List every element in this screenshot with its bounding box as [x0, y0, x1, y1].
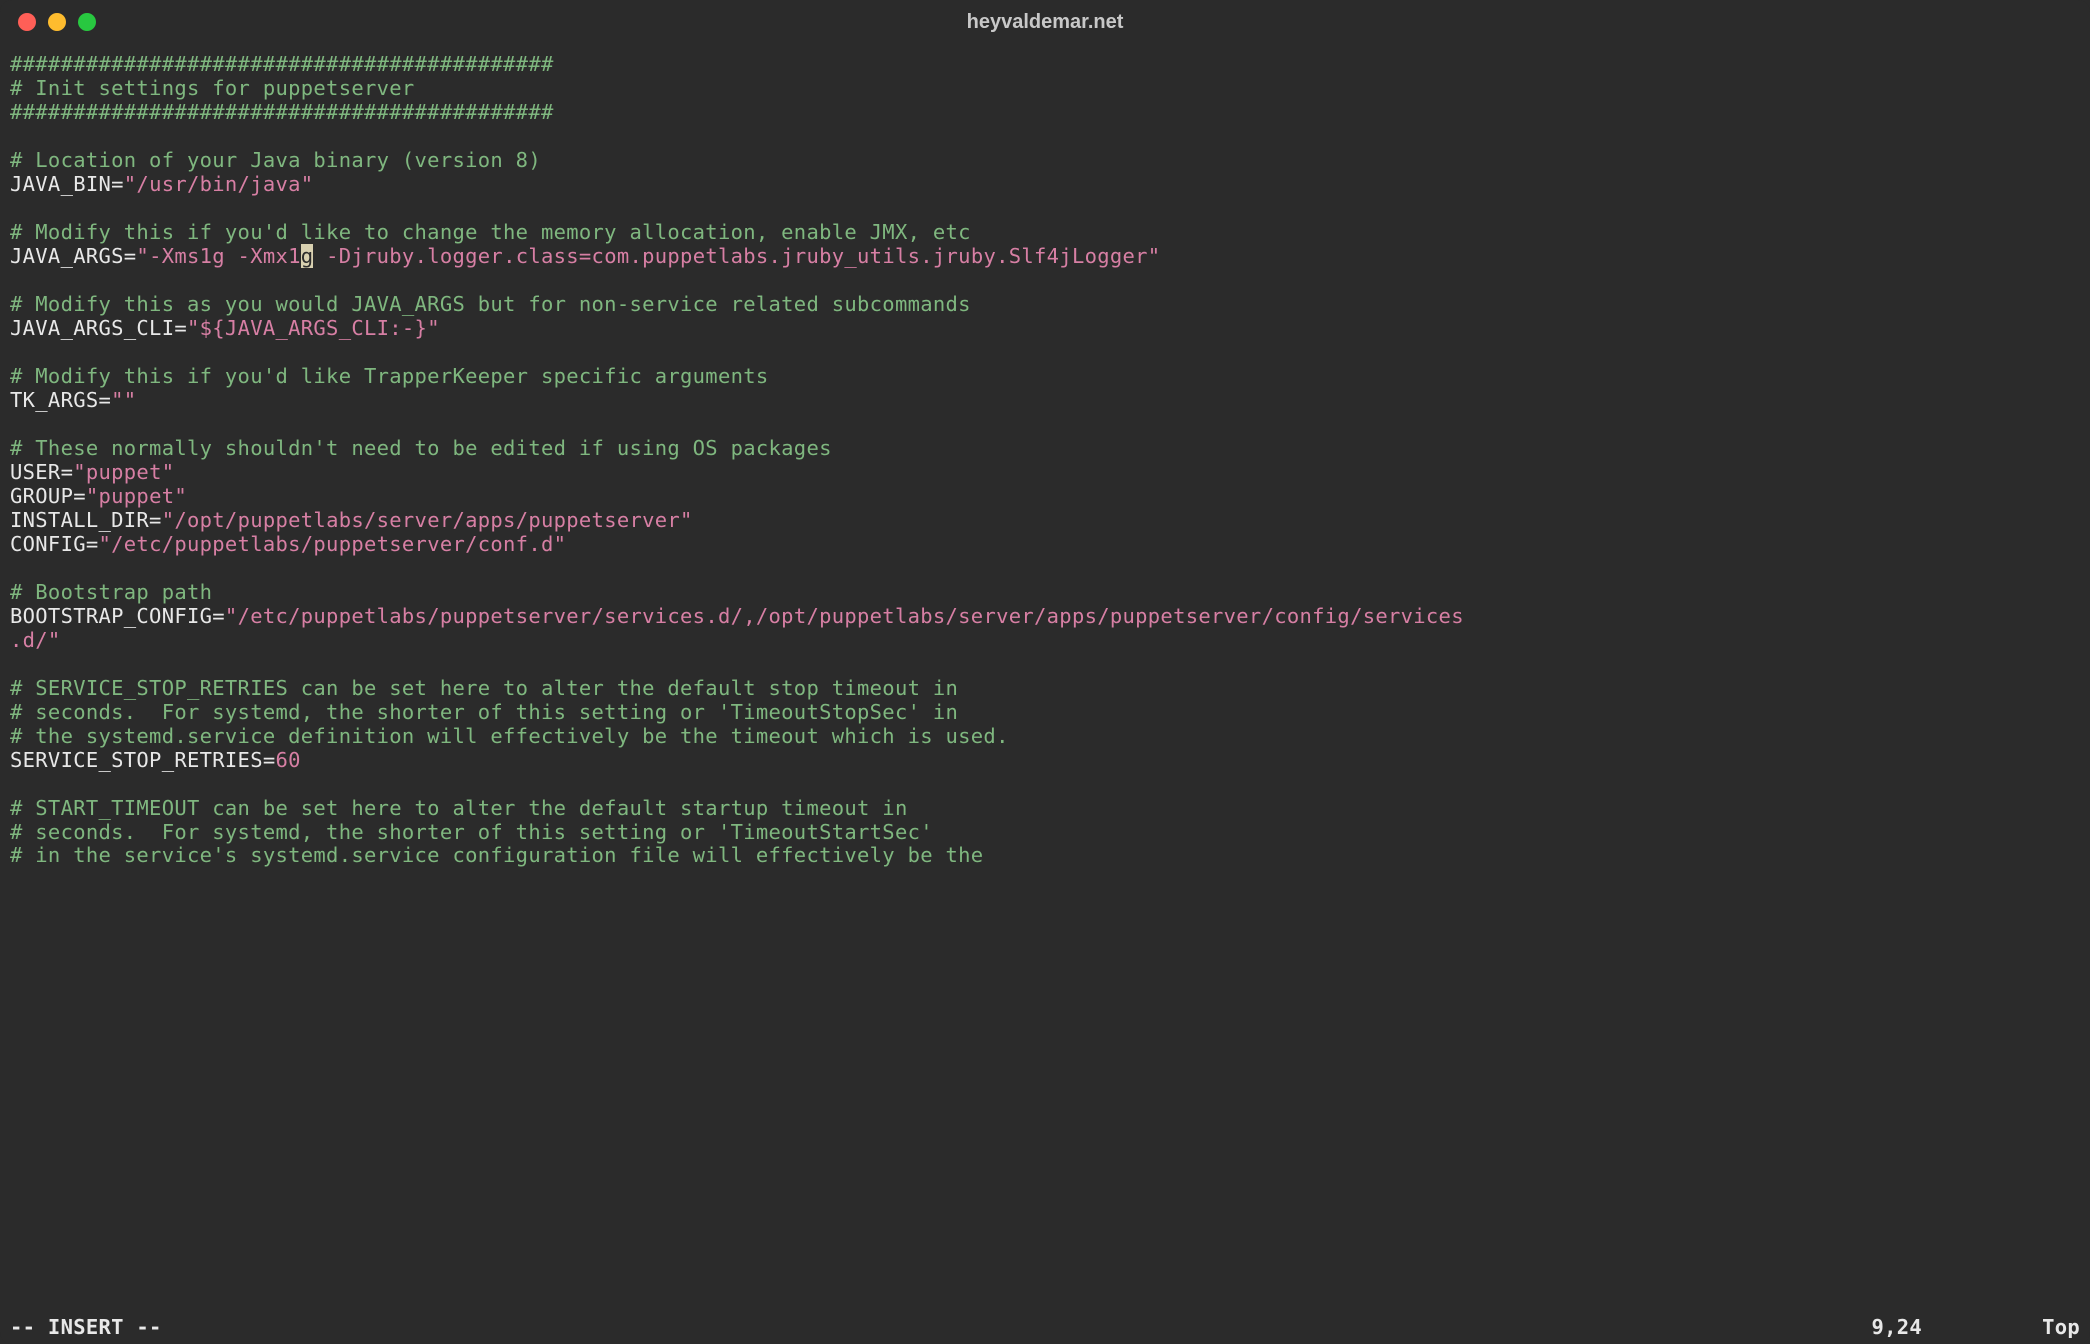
text-cursor: g — [301, 244, 314, 268]
assign-value: "/etc/puppetlabs/puppetserver/conf.d" — [99, 532, 567, 556]
comment-line: # These normally shouldn't need to be ed… — [10, 436, 832, 460]
assign-key: TK_ARGS= — [10, 388, 111, 412]
window-controls — [18, 13, 96, 31]
titlebar: heyvaldemar.net — [0, 0, 2090, 44]
assign-value: "puppet" — [86, 484, 187, 508]
assign-value: "/opt/puppetlabs/server/apps/puppetserve… — [162, 508, 693, 532]
assign-value: "" — [111, 388, 136, 412]
assign-value: "/etc/puppetlabs/puppetserver/services.d… — [225, 604, 1464, 628]
comment-line: # Modify this as you would JAVA_ARGS but… — [10, 292, 971, 316]
close-icon[interactable] — [18, 13, 36, 31]
assign-value: "/usr/bin/java" — [124, 172, 314, 196]
comment-line: # seconds. For systemd, the shorter of t… — [10, 820, 933, 844]
minimize-icon[interactable] — [48, 13, 66, 31]
assign-key: USER= — [10, 460, 73, 484]
assign-key: SERVICE_STOP_RETRIES= — [10, 748, 275, 772]
comment-line: # START_TIMEOUT can be set here to alter… — [10, 796, 908, 820]
cursor-position: 9,24 — [1871, 1315, 1922, 1339]
editor-viewport[interactable]: ########################################… — [0, 44, 2090, 1314]
assign-value: "puppet" — [73, 460, 174, 484]
terminal-window: heyvaldemar.net ########################… — [0, 0, 2090, 1344]
assign-key: JAVA_ARGS= — [10, 244, 136, 268]
assign-value-wrap: .d/" — [10, 628, 61, 652]
comment-line: # Init settings for puppetserver — [10, 76, 415, 100]
comment-line: ########################################… — [10, 52, 554, 76]
assign-key: BOOTSTRAP_CONFIG= — [10, 604, 225, 628]
comment-line: # the systemd.service definition will ef… — [10, 724, 1009, 748]
assign-key: CONFIG= — [10, 532, 99, 556]
assign-key: JAVA_BIN= — [10, 172, 124, 196]
assign-key: GROUP= — [10, 484, 86, 508]
comment-line: # in the service's systemd.service confi… — [10, 843, 983, 867]
vim-statusbar: -- INSERT -- 9,24 Top — [0, 1314, 2090, 1344]
assign-value: -Djruby.logger.class=com.puppetlabs.jrub… — [313, 244, 1160, 268]
assign-value: "${JAVA_ARGS_CLI:-}" — [187, 316, 440, 340]
assign-key: JAVA_ARGS_CLI= — [10, 316, 187, 340]
comment-line: # Modify this if you'd like TrapperKeepe… — [10, 364, 769, 388]
comment-line: # seconds. For systemd, the shorter of t… — [10, 700, 958, 724]
vim-mode: -- INSERT -- — [10, 1315, 162, 1339]
assign-value: 60 — [275, 748, 300, 772]
window-title: heyvaldemar.net — [967, 11, 1124, 34]
assign-key: INSTALL_DIR= — [10, 508, 162, 532]
comment-line: # Bootstrap path — [10, 580, 212, 604]
maximize-icon[interactable] — [78, 13, 96, 31]
scroll-indicator: Top — [2042, 1315, 2080, 1339]
comment-line: # Modify this if you'd like to change th… — [10, 220, 971, 244]
comment-line: ########################################… — [10, 100, 554, 124]
comment-line: # SERVICE_STOP_RETRIES can be set here t… — [10, 676, 958, 700]
assign-value: "-Xms1g -Xmx1 — [136, 244, 300, 268]
comment-line: # Location of your Java binary (version … — [10, 148, 541, 172]
